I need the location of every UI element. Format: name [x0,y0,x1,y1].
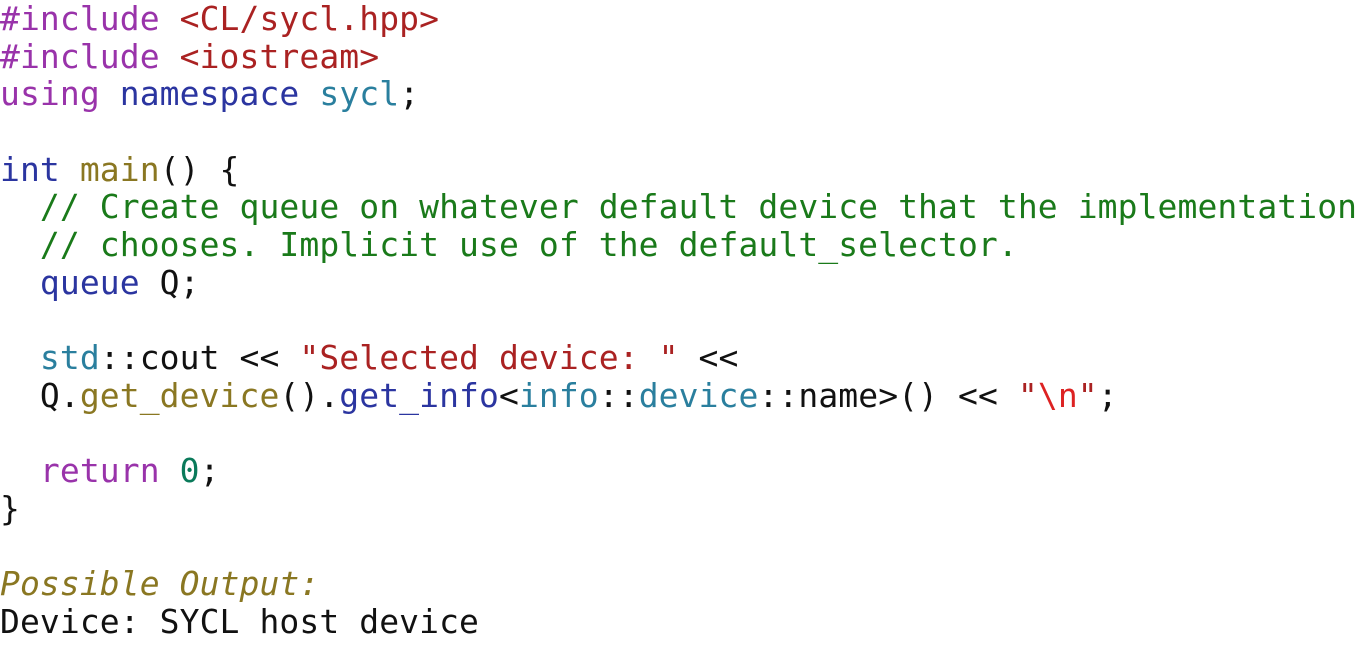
code-line-15 [0,528,1363,566]
code-token: Q; [139,262,200,302]
code-token: " [1077,375,1098,415]
code-line-7: // chooses. Implicit use of the default_… [0,226,1363,264]
code-line-2: #include <iostream> [0,36,1363,76]
code-token: \n [1037,375,1078,415]
code-token: ::name>() << [758,375,1018,415]
code-token: () { [159,149,240,189]
code-token: ; [399,74,420,114]
code-token: std [39,338,100,378]
code-line-17: Device: SYCL host device [0,603,1363,641]
code-token: 0 [179,451,200,491]
code-token: queue [39,262,140,302]
code-token: get_device [79,375,280,415]
code-line-12 [0,415,1363,453]
code-line-16: Possible Output: [0,565,1363,603]
code-token: Q. [0,375,80,415]
code-token: ; [1097,375,1118,415]
code-token: sycl [319,74,400,114]
code-token: info [518,375,599,415]
code-token: } [0,488,20,528]
code-token: "Selected device: " [299,338,679,378]
code-listing: #include <CL/sycl.hpp> #include <iostream… [0,0,1363,667]
code-token: << [678,338,739,378]
code-token: // Create queue on whatever default devi… [39,187,1358,227]
code-token: :: [598,375,639,415]
code-token: < [498,375,519,415]
code-line-13: return 0; [0,452,1363,490]
code-line-6: // Create queue on whatever default devi… [0,188,1363,226]
code-line-5: int main() { [0,149,1363,189]
code-token: // chooses. Implicit use of the default_… [39,225,1018,265]
code-token: return [39,451,160,491]
code-token: int [0,149,60,189]
code-token: <iostream> [179,36,380,76]
code-token: using [0,74,100,114]
code-line-4 [0,113,1363,151]
code-token: get_info [339,375,499,415]
code-line-8: queue Q; [0,262,1363,302]
code-token: <CL/sycl.hpp> [179,0,440,38]
code-line-9 [0,302,1363,340]
code-token: namespace [119,74,300,114]
code-token: ::cout << [99,338,300,378]
code-token: Possible Output: [0,564,320,604]
code-token: device [638,375,759,415]
code-line-3: using namespace sycl; [0,75,1363,113]
code-line-10: std::cout << "Selected device: " << [0,339,1363,377]
code-line-11: Q.get_device().get_info<info::device::na… [0,377,1363,415]
code-token: " [1017,375,1038,415]
code-token: Device: SYCL host device [0,602,479,641]
code-token: main [79,149,160,189]
code-token: #include [0,36,160,76]
code-token: ; [199,451,220,491]
code-line-14: } [0,490,1363,528]
code-token: #include [0,0,160,38]
code-line-1: #include <CL/sycl.hpp> [0,0,1363,38]
code-token: (). [279,375,340,415]
